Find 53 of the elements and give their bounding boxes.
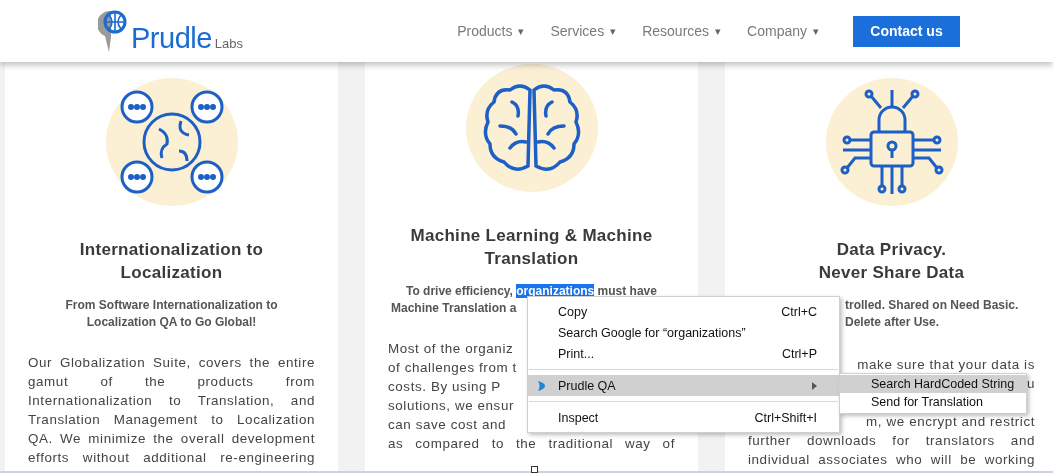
submenu-arrow-icon	[812, 381, 817, 390]
nav-menu[interactable]: Products ▾	[457, 23, 525, 39]
card-title: Data Privacy.	[835, 239, 948, 261]
body-text: as compared to the traditional way of	[388, 435, 675, 453]
caret-icon: ▾	[610, 24, 617, 38]
card-title: Machine Learning & Machine	[409, 225, 654, 247]
card-title: Localization	[119, 262, 224, 284]
logo-pin-icon	[98, 9, 128, 53]
body-text: individual associates who will be working	[748, 451, 1035, 469]
card-subtitle: must have	[596, 284, 657, 298]
caret-icon: ▾	[518, 24, 525, 38]
nav-menu[interactable]: Resources ▾	[642, 23, 722, 39]
shortcut-text: Ctrl+C	[781, 304, 817, 319]
menu-item[interactable]: Search HardCoded String	[840, 375, 1026, 393]
shortcut-text: Ctrl+Shift+I	[754, 410, 817, 425]
contact-button[interactable]: Contact us	[853, 15, 960, 47]
shortcut-text: Ctrl+P	[781, 346, 817, 361]
body-text: make sure that your data is	[857, 357, 1035, 372]
body-text: Translation Management to Localization	[28, 411, 315, 429]
card-subtitle: Delete after Use.	[845, 315, 940, 329]
card-subtitle: From Software Internationalization to	[65, 298, 278, 312]
resize-handle-icon[interactable]	[531, 466, 538, 473]
card-title: Never Share Data	[817, 262, 966, 284]
body-text: QA. We minimize the overall development	[28, 430, 315, 448]
card-subtitle: Machine Translation a	[391, 301, 517, 315]
body-text: can save cost and	[388, 417, 507, 432]
logo-suffix: Labs	[214, 36, 244, 51]
body-text: Most of the organiz	[388, 341, 514, 356]
body-text: solutions, we ensur	[388, 398, 515, 413]
logo-text: Prudle	[131, 24, 212, 53]
nav-menu[interactable]: Company ▾	[747, 23, 819, 39]
menu-item[interactable]: Send for Translation	[840, 393, 1026, 411]
body-text: u	[1026, 376, 1035, 391]
extension-icon	[538, 381, 545, 391]
body-text: m, we encrypt and restrict	[866, 414, 1035, 429]
menu-item[interactable]: Copy Ctrl+C	[528, 301, 839, 322]
card-subtitle: Localization QA to Go Global!	[86, 315, 257, 329]
card-subtitle: trolled. Shared on Need Basic.	[845, 298, 1019, 312]
body-text: further downloads for translators and	[748, 432, 1035, 450]
menu-item[interactable]: Print... Ctrl+P	[528, 343, 839, 364]
nav-menu[interactable]: Services ▾	[550, 23, 617, 39]
card-subtitle: To drive efficiency,	[406, 284, 514, 298]
caret-icon: ▾	[715, 24, 722, 38]
body-text: of challenges from t	[388, 360, 517, 375]
body-text: Internationalization to Translation, and	[28, 392, 315, 410]
caret-icon: ▾	[813, 24, 819, 38]
menu-item[interactable]: Search Google for “organizations”	[528, 322, 839, 343]
card-title: Internationalization to	[78, 239, 265, 261]
body-text: gamut of the products from	[28, 373, 315, 391]
body-text: costs. By using P	[388, 379, 501, 394]
body-text: Our Globalization Suite, covers the entire	[28, 354, 315, 372]
card-title: Translation	[483, 248, 580, 270]
body-text: efforts without additional re-engineering	[28, 449, 315, 467]
